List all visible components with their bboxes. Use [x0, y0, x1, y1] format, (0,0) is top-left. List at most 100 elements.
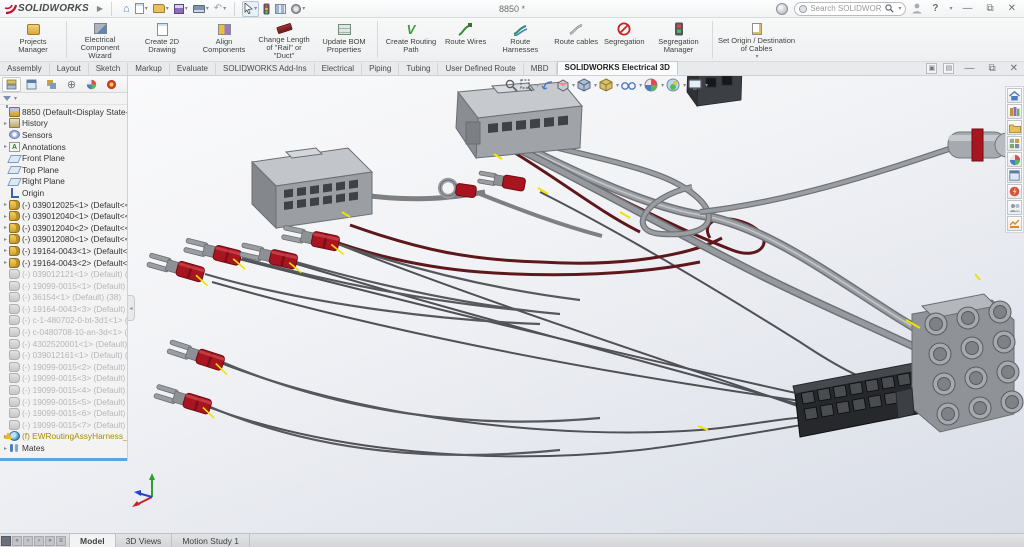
- fork-terminal[interactable]: [166, 339, 232, 374]
- tab-solidworks-electrical-3d[interactable]: SOLIDWORKS Electrical 3D: [557, 61, 678, 75]
- set-origin-destination-button[interactable]: Set Origin / Destination of Cables ▾: [715, 18, 799, 61]
- pane-toggle-icon[interactable]: ▤: [943, 63, 954, 74]
- tree-item-part[interactable]: ▸(-) 19164-0043<2> (Default<<Defau: [0, 257, 127, 269]
- segregation-manager-button[interactable]: Segregation Manager: [648, 18, 710, 61]
- tree-item-suppressed[interactable]: ▸(-) 19099-0015<6> (Default) (56): [0, 407, 127, 419]
- tree-item-sensors[interactable]: ▸Sensors: [0, 129, 127, 141]
- tab-electrical[interactable]: Electrical: [315, 63, 362, 75]
- panel-splitter[interactable]: [0, 458, 127, 461]
- pager-prev-icon[interactable]: ‹: [23, 536, 33, 546]
- display-pane-icon[interactable]: [274, 1, 287, 17]
- expand-arrow[interactable]: ▸: [2, 120, 9, 127]
- expand-arrow[interactable]: ▸: [2, 236, 9, 243]
- tree-item-part[interactable]: ▸(-) 19164-0043<1> (Default<<Defau: [0, 245, 127, 257]
- tree-item-mates[interactable]: ▸Mates: [0, 442, 127, 454]
- expand-arrow[interactable]: ▸: [2, 445, 9, 452]
- rebuild-traffic-light-icon[interactable]: [262, 1, 271, 17]
- tab-3d-views[interactable]: 3D Views: [116, 534, 173, 547]
- save-icon[interactable]: ▾: [173, 1, 189, 17]
- expand-arrow[interactable]: ▸: [2, 259, 9, 266]
- close-icon[interactable]: ✕: [1004, 3, 1020, 14]
- previous-view-icon[interactable]: [541, 79, 554, 92]
- tree-item-suppressed[interactable]: ▸(-) 19099-0015<4> (Default) (54): [0, 384, 127, 396]
- tree-item-suppressed[interactable]: ▸(-) 4302520001<1> (Default) (48): [0, 338, 127, 350]
- dimxpertmanager-tab-icon[interactable]: ⊕: [62, 77, 81, 92]
- tree-item-suppressed[interactable]: ▸(-) 36154<1> (Default) (38): [0, 292, 127, 304]
- tree-item-routing-assembly[interactable]: ▸(f) EWRoutingAssyHarness_HB(: [0, 431, 127, 443]
- open-icon[interactable]: ▾: [152, 1, 170, 17]
- help-ball-icon[interactable]: [776, 3, 788, 15]
- tree-item-part[interactable]: ▸(-) 039012040<2> (Default<<Default: [0, 222, 127, 234]
- tab-tubing[interactable]: Tubing: [399, 63, 438, 75]
- tab-layout[interactable]: Layout: [50, 63, 89, 75]
- tab-motion-study-1[interactable]: Motion Study 1: [172, 534, 250, 547]
- tree-item-annotations[interactable]: ▸AAnnotations: [0, 141, 127, 153]
- show-featuremanager-icon[interactable]: ▣: [926, 63, 937, 74]
- tree-item-part[interactable]: ▸(-) 039012080<1> (Default<<Default: [0, 234, 127, 246]
- featuremanager-tab-icon[interactable]: [2, 77, 21, 92]
- tab-solidworks-add-ins[interactable]: SOLIDWORKS Add-Ins: [216, 63, 315, 75]
- configurationmanager-tab-icon[interactable]: [42, 77, 61, 92]
- zoom-to-area-icon[interactable]: [520, 79, 533, 92]
- options-gear-icon[interactable]: ▾: [290, 1, 306, 17]
- tab-model[interactable]: Model: [69, 534, 116, 547]
- projects-manager-button[interactable]: Projects Manager: [2, 18, 64, 61]
- search-icon[interactable]: [885, 4, 894, 13]
- segregation-button[interactable]: Segregation: [601, 18, 647, 61]
- displaymanager-tab-icon[interactable]: [82, 77, 101, 92]
- tab-evaluate[interactable]: Evaluate: [170, 63, 216, 75]
- help-button[interactable]: ?: [928, 3, 942, 14]
- tab-mbd[interactable]: MBD: [524, 63, 557, 75]
- tree-item-suppressed[interactable]: ▸(-) 19099-0015<3> (Default) (53): [0, 373, 127, 385]
- tree-item-root[interactable]: ▸8850 (Default<Display State-1>): [0, 106, 127, 118]
- pager-last-icon[interactable]: »: [45, 536, 55, 546]
- design-library-icon[interactable]: [1007, 104, 1022, 119]
- fork-terminal[interactable]: [153, 384, 219, 418]
- tree-item-part[interactable]: ▸(-) 039012025<1> (Default<<Default: [0, 199, 127, 211]
- fork-terminal[interactable]: [281, 225, 347, 254]
- view-palette-icon[interactable]: [1007, 136, 1022, 151]
- align-components-button[interactable]: Align Components: [193, 18, 255, 61]
- expand-arrow[interactable]: ▸: [2, 143, 9, 150]
- tree-item-origin[interactable]: ▸Origin: [0, 187, 127, 199]
- expand-arrow[interactable]: ▸: [2, 224, 9, 231]
- tree-item-part[interactable]: ▸(-) 039012040<1> (Default<<Default: [0, 210, 127, 222]
- search-box[interactable]: Search SOLIDWORKS Help ▾: [794, 2, 906, 16]
- expand-arrow[interactable]: ▸: [2, 247, 9, 254]
- print-icon[interactable]: ▾: [192, 1, 210, 17]
- file-explorer-icon[interactable]: [1007, 120, 1022, 135]
- electrical-component-wizard-button[interactable]: Electrical Component Wizard: [69, 18, 131, 61]
- subscription-services-icon[interactable]: [1007, 216, 1022, 231]
- tree-item-top-plane[interactable]: ▸Top Plane: [0, 164, 127, 176]
- tree-item-front-plane[interactable]: ▸Front Plane: [0, 152, 127, 164]
- menu-flyout-arrow[interactable]: ▶: [97, 4, 103, 13]
- zoom-to-fit-icon[interactable]: [505, 79, 518, 92]
- tree-item-suppressed[interactable]: ▸(-) 19164-0043<3> (Default) (39): [0, 303, 127, 315]
- tab-user-defined-route[interactable]: User Defined Route: [438, 63, 523, 75]
- doc-minimize-icon[interactable]: —: [960, 63, 978, 74]
- display-style-icon[interactable]: [599, 78, 613, 92]
- fork-terminal[interactable]: [146, 252, 212, 286]
- pager-start-icon[interactable]: [1, 536, 11, 546]
- doc-close-icon[interactable]: ✕: [1006, 63, 1022, 74]
- tab-sketch[interactable]: Sketch: [89, 63, 128, 75]
- home-icon[interactable]: ⌂: [122, 1, 131, 17]
- filter-funnel-icon[interactable]: [3, 96, 11, 101]
- tree-item-suppressed[interactable]: ▸(-) c-1-480702-0-bt-3d1<1> (Default: [0, 315, 127, 327]
- propertymanager-tab-icon[interactable]: [22, 77, 41, 92]
- appearances-scenes-icon[interactable]: [1007, 152, 1022, 167]
- pager-next-icon[interactable]: ›: [34, 536, 44, 546]
- tree-item-suppressed[interactable]: ▸(-) 19099-0015<1> (Default) (37): [0, 280, 127, 292]
- graphics-viewport[interactable]: ▾ ▾ ▾ ▾ ▾ ▾ ▾ ▾: [0, 76, 1024, 533]
- undo-icon[interactable]: ↶▾: [213, 1, 227, 17]
- minimize-icon[interactable]: —: [958, 3, 976, 14]
- change-length-button[interactable]: Change Length of "Rail" or "Duct": [255, 18, 313, 61]
- panel-flyout-handle[interactable]: ◂: [128, 295, 135, 321]
- connector-header-left[interactable]: [252, 148, 372, 228]
- expand-arrow[interactable]: ▸: [2, 213, 9, 220]
- doc-restore-icon[interactable]: ⧉: [984, 63, 999, 74]
- create-routing-path-button[interactable]: V Create Routing Path: [380, 18, 442, 61]
- tree-item-right-plane[interactable]: ▸Right Plane: [0, 176, 127, 188]
- tree-item-suppressed[interactable]: ▸(-) c-0480708-10-an-3d<1> (Default: [0, 326, 127, 338]
- user-icon[interactable]: [912, 3, 922, 14]
